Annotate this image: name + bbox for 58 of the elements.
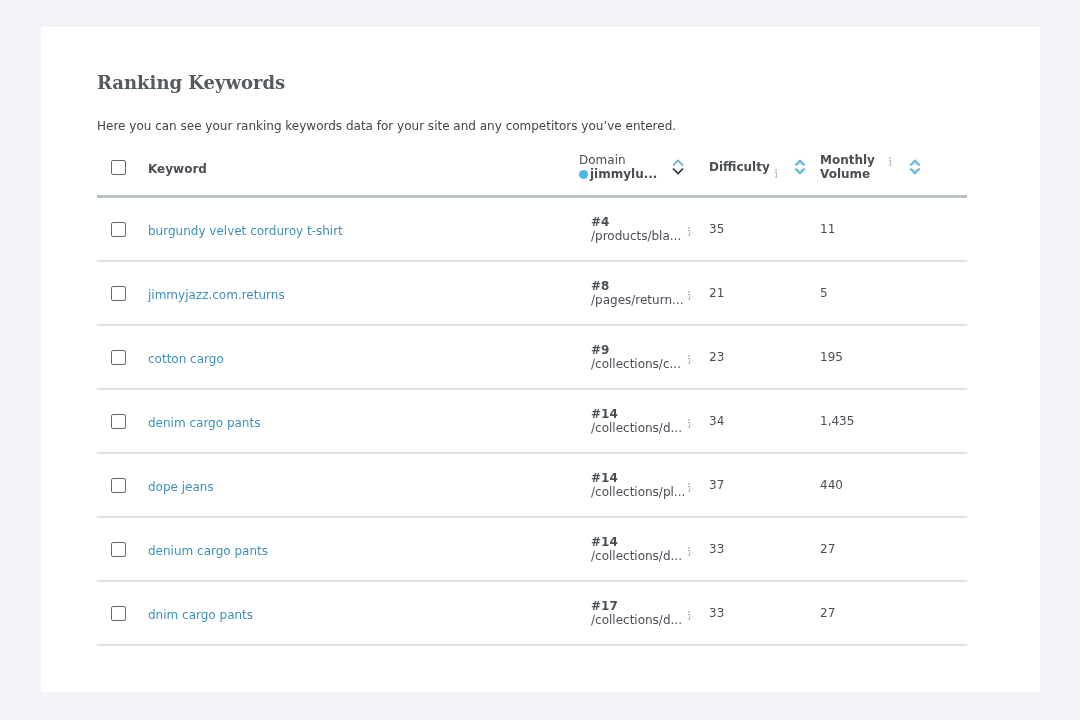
difficulty-value: 33 <box>709 542 725 556</box>
checkbox[interactable] <box>111 477 126 493</box>
rank-text: #14 <box>591 407 619 421</box>
checkbox[interactable] <box>111 605 126 621</box>
info-icon <box>687 546 691 556</box>
checkbox[interactable] <box>111 221 126 237</box>
rank-text: #8 <box>591 279 611 293</box>
checkbox[interactable] <box>111 413 126 429</box>
url-text: /collections/d... <box>591 613 683 627</box>
url-text: /collections/d... <box>591 549 683 563</box>
column-header[interactable]: Difficulty <box>709 160 770 174</box>
volume-value: 440 <box>820 478 843 492</box>
info-icon <box>687 226 691 236</box>
keyword-link[interactable]: denim cargo pants <box>148 415 261 430</box>
info-icon <box>687 610 691 620</box>
column-header[interactable]: Keyword <box>148 161 207 176</box>
keyword-link[interactable]: denium cargo pants <box>148 543 269 558</box>
rank-text: #17 <box>591 599 619 613</box>
info-icon <box>687 418 691 428</box>
keyword-link[interactable]: dope jeans <box>148 479 214 494</box>
volume-value: 27 <box>820 606 836 620</box>
column-header[interactable]: Domain <box>579 153 671 167</box>
info-icon <box>687 290 691 300</box>
domain-name: jimmylu... <box>590 167 658 181</box>
checkbox[interactable] <box>111 159 126 175</box>
volume-value: 11 <box>820 222 836 236</box>
keyword-link[interactable]: cotton cargo <box>148 351 224 366</box>
url-text: /collections/pl... <box>591 485 685 499</box>
difficulty-value: 23 <box>709 350 725 364</box>
checkbox[interactable] <box>111 285 126 301</box>
url-text: /products/bla... <box>591 229 683 243</box>
rank-text: #9 <box>591 343 611 357</box>
url-text: /collections/c... <box>591 357 682 371</box>
volume-value: 5 <box>820 286 828 300</box>
checkbox[interactable] <box>111 349 126 365</box>
keyword-link[interactable]: dnim cargo pants <box>148 607 254 622</box>
description-text: Here you can see your ranking keywords data for your site and any competitors you’ve entered. <box>97 119 678 133</box>
info-icon <box>687 482 691 492</box>
checkbox[interactable] <box>111 541 126 557</box>
volume-value: 195 <box>820 350 843 364</box>
info-icon <box>687 354 691 364</box>
difficulty-value: 35 <box>709 222 725 236</box>
difficulty-value: 33 <box>709 606 725 620</box>
sort-icon[interactable] <box>671 159 685 175</box>
difficulty-value: 21 <box>709 286 725 300</box>
rank-text: #14 <box>591 471 619 485</box>
keyword-link[interactable]: jimmyjazz.com.returns <box>148 287 285 302</box>
rank-text: #14 <box>591 535 619 549</box>
difficulty-value: 37 <box>709 478 725 492</box>
rank-text: #4 <box>591 215 611 229</box>
difficulty-value: 34 <box>709 414 725 428</box>
url-text: /pages/return... <box>591 293 685 307</box>
column-header[interactable]: Monthly Volume <box>820 153 880 181</box>
keyword-link[interactable]: burgundy velvet corduroy t-shirt <box>148 223 343 238</box>
volume-value: 27 <box>820 542 836 556</box>
url-text: /collections/d... <box>591 421 683 435</box>
section-title: Ranking Keywords <box>97 71 287 93</box>
volume-value: 1,435 <box>820 414 855 428</box>
